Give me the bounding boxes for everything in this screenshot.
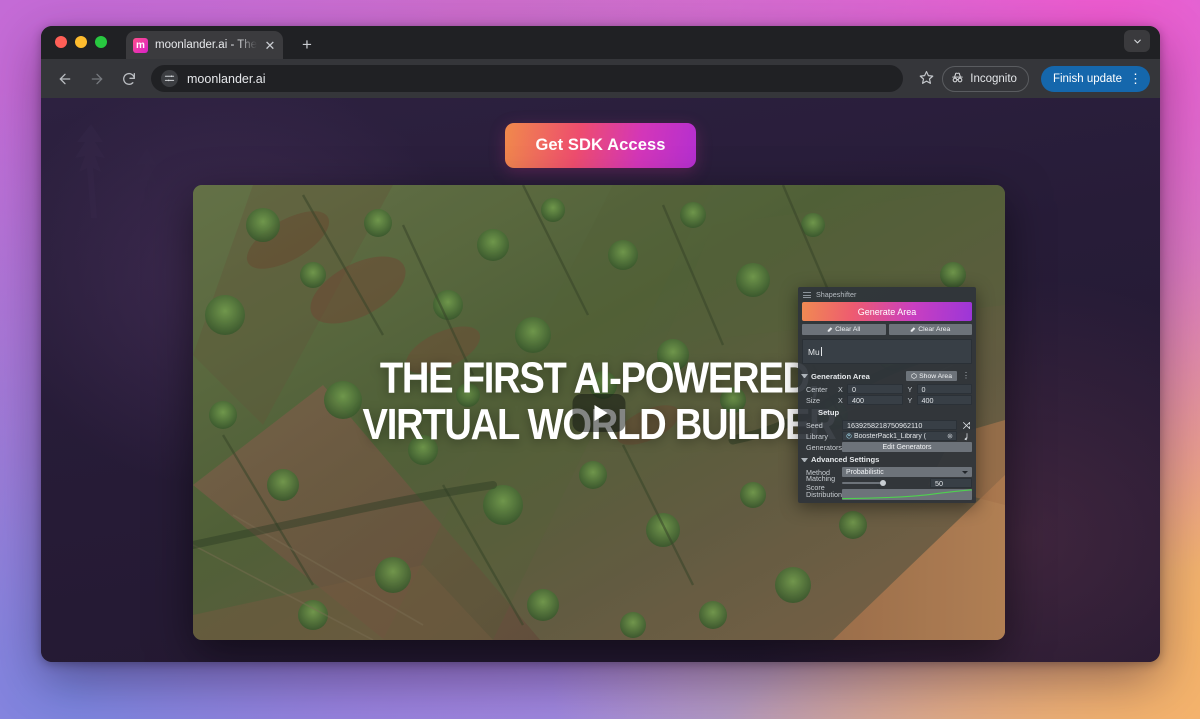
chevron-down-icon[interactable] xyxy=(801,374,808,378)
tune-icon[interactable] xyxy=(161,70,178,87)
size-y-input[interactable]: 400 xyxy=(916,395,972,405)
distribution-row: Distribution xyxy=(802,488,972,500)
back-arrow-icon[interactable] xyxy=(51,65,79,93)
target-icon[interactable] xyxy=(947,433,953,439)
eraser-icon xyxy=(910,326,916,333)
show-area-button[interactable]: Show Area xyxy=(906,371,957,381)
generation-area-section-header[interactable]: Generation Area Show Area ⋮ xyxy=(798,369,976,383)
generation-area-label: Generation Area xyxy=(811,371,870,381)
incognito-label: Incognito xyxy=(970,72,1017,85)
size-row: Size X 400 Y 400 xyxy=(802,395,972,405)
prompt-input[interactable]: Mu xyxy=(802,339,972,364)
close-window-button[interactable] xyxy=(55,35,67,48)
clear-area-button[interactable]: Clear Area xyxy=(888,324,972,335)
matching-score-input[interactable]: 50 xyxy=(930,478,972,488)
clear-buttons-row: Clear All Clear Area xyxy=(802,324,972,335)
center-x-input[interactable]: 0 xyxy=(847,384,903,394)
library-input[interactable]: BoosterPack1_Library ( xyxy=(842,431,957,441)
shapeshifter-panel: Shapeshifter Generate Area Clear All Cle… xyxy=(798,287,976,503)
reload-icon[interactable] xyxy=(115,65,143,93)
matching-score-row: Matching Score 50 xyxy=(802,474,972,492)
finish-update-button[interactable]: Finish update ⋮ xyxy=(1040,65,1150,92)
size-x-input[interactable]: 400 xyxy=(847,395,903,405)
method-dropdown[interactable]: Probabilistic xyxy=(842,467,972,477)
panel-header[interactable]: Shapeshifter xyxy=(798,287,976,301)
kebab-menu-icon[interactable]: ⋮ xyxy=(960,372,972,380)
chevron-down-icon[interactable] xyxy=(801,457,808,462)
matching-score-slider[interactable] xyxy=(842,478,926,488)
center-label: Center xyxy=(806,384,828,394)
favicon-icon: m xyxy=(133,37,148,53)
drag-grip-icon[interactable] xyxy=(803,292,811,298)
seed-label: Seed xyxy=(806,420,823,430)
center-y-input[interactable]: 0 xyxy=(916,384,972,394)
finish-update-label: Finish update xyxy=(1052,72,1122,85)
page-content: Get SDK Access THE FIRST AI-POWERED, VIR… xyxy=(41,98,1160,662)
dropdown-caret-icon xyxy=(962,470,968,474)
address-bar[interactable]: moonlander.ai xyxy=(151,65,904,92)
hero-video-player[interactable]: THE FIRST AI-POWERED, VIRTUAL WORLD BUIL… xyxy=(193,185,1005,640)
size-x-axis-label: X xyxy=(838,395,843,405)
clear-area-label: Clear Area xyxy=(918,326,951,333)
seed-row: Seed 1639258218750962110 xyxy=(802,420,972,430)
curve-graph-icon xyxy=(842,488,972,499)
method-value: Probabilistic xyxy=(846,468,884,476)
slider-knob[interactable] xyxy=(879,480,886,486)
browser-toolbar: moonlander.ai Incognito Finish update ⋮ xyxy=(41,59,1160,98)
new-tab-button[interactable]: + xyxy=(297,31,317,59)
star-icon[interactable] xyxy=(914,70,938,88)
distribution-curve-field[interactable] xyxy=(842,488,972,500)
seed-input[interactable]: 1639258218750962110 xyxy=(842,420,957,430)
slider-track xyxy=(842,482,883,484)
size-label: Size xyxy=(806,395,820,405)
generators-row: Generators Edit Generators xyxy=(802,442,972,452)
tab-strip: m moonlander.ai - The first AI c ✕ + xyxy=(41,26,1160,59)
get-sdk-access-button[interactable]: Get SDK Access xyxy=(505,123,696,168)
text-cursor-icon xyxy=(820,347,822,356)
kebab-menu-icon[interactable]: ⋮ xyxy=(1126,72,1145,85)
size-y-axis-label: Y xyxy=(907,395,913,405)
center-x-axis-label: X xyxy=(838,384,843,394)
window-controls xyxy=(55,26,107,59)
play-icon[interactable] xyxy=(572,393,626,432)
close-icon[interactable]: ✕ xyxy=(264,39,276,52)
chevron-down-icon[interactable] xyxy=(1124,30,1150,52)
incognito-indicator[interactable]: Incognito xyxy=(942,65,1029,92)
advanced-settings-label: Advanced Settings xyxy=(811,455,880,464)
distribution-label: Distribution xyxy=(806,489,842,499)
generate-area-button[interactable]: Generate Area xyxy=(802,302,972,321)
asset-icon xyxy=(846,433,852,439)
clear-all-label: Clear All xyxy=(835,326,861,333)
library-label: Library xyxy=(806,431,828,441)
tab-title: moonlander.ai - The first AI c xyxy=(155,39,257,51)
show-area-label: Show Area xyxy=(919,372,952,380)
center-row: Center X 0 Y 0 xyxy=(802,384,972,394)
incognito-hat-icon xyxy=(951,71,964,87)
minimize-window-button[interactable] xyxy=(75,35,87,48)
library-row: Library BoosterPack1_Library ( xyxy=(802,431,972,441)
setup-label: Setup xyxy=(818,408,840,417)
eraser-icon xyxy=(827,326,833,333)
shuffle-icon[interactable] xyxy=(960,421,972,430)
revert-arrow-icon[interactable] xyxy=(960,432,972,441)
center-y-axis-label: Y xyxy=(907,384,913,394)
library-value: BoosterPack1_Library ( xyxy=(854,432,927,440)
forward-arrow-icon[interactable] xyxy=(83,65,111,93)
browser-tab[interactable]: m moonlander.ai - The first AI c ✕ xyxy=(126,31,283,59)
prompt-value: Mu xyxy=(808,346,820,357)
browser-window: m moonlander.ai - The first AI c ✕ + xyxy=(41,26,1160,662)
advanced-settings-section-header[interactable]: Advanced Settings xyxy=(798,453,976,466)
panel-title: Shapeshifter xyxy=(816,290,857,299)
clear-all-button[interactable]: Clear All xyxy=(802,324,886,335)
setup-section-header[interactable]: Setup xyxy=(798,406,976,419)
maximize-window-button[interactable] xyxy=(95,35,107,48)
generators-label: Generators xyxy=(806,442,842,452)
url-text: moonlander.ai xyxy=(187,71,266,86)
edit-generators-button[interactable]: Edit Generators xyxy=(842,442,972,452)
cube-icon xyxy=(911,373,917,379)
